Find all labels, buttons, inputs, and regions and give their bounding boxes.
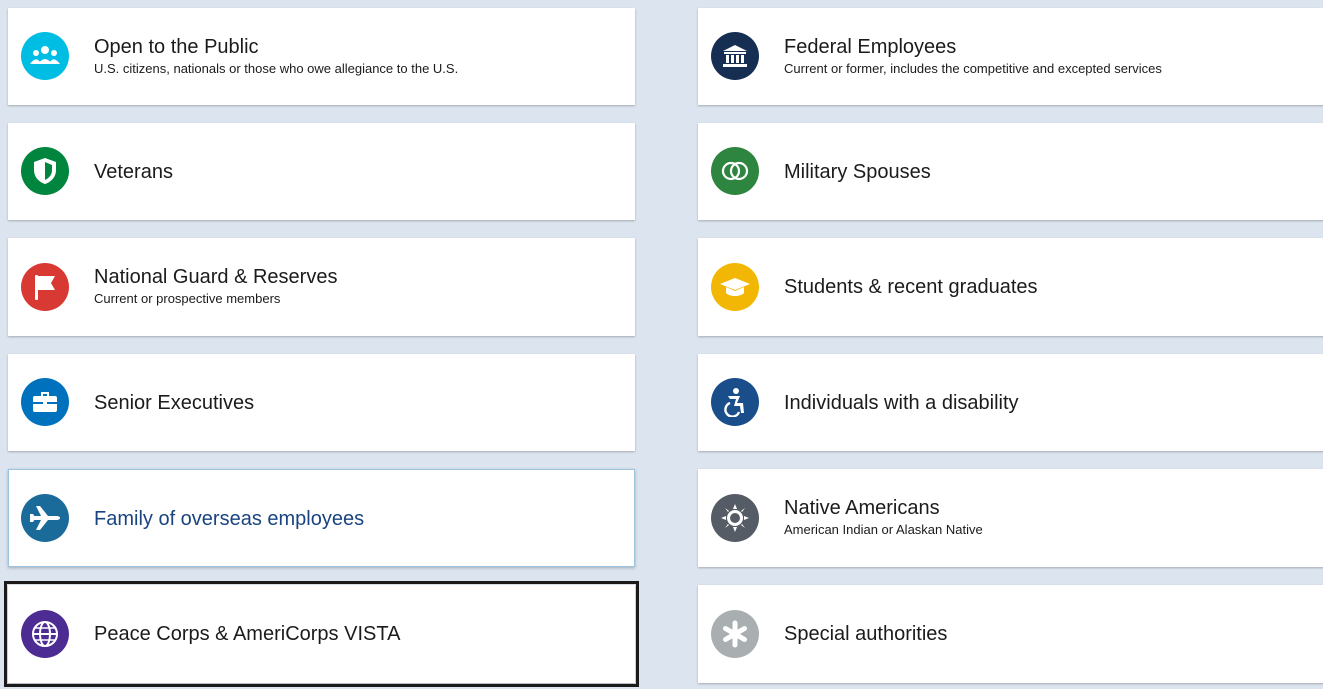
card-subtitle: U.S. citizens, nationals or those who ow…	[94, 61, 459, 76]
card-title: Peace Corps & AmeriCorps VISTA	[94, 623, 401, 645]
sun-icon	[711, 494, 759, 542]
accessibility-icon	[711, 378, 759, 426]
card-family-of-overseas-employees[interactable]: Family of overseas employees	[8, 469, 635, 567]
card-peace-corps-americorps-vista[interactable]: Peace Corps & AmeriCorps VISTA	[4, 581, 639, 687]
card-title: National Guard & Reserves	[94, 266, 338, 288]
card-native-americans[interactable]: Native Americans American Indian or Alas…	[698, 469, 1323, 567]
card-federal-employees[interactable]: Federal Employees Current or former, inc…	[698, 8, 1323, 105]
card-military-spouses[interactable]: Military Spouses	[698, 123, 1323, 220]
card-subtitle: Current or former, includes the competit…	[784, 61, 1162, 76]
card-title: Students & recent graduates	[784, 276, 1038, 298]
card-special-authorities[interactable]: Special authorities	[698, 585, 1323, 683]
card-subtitle: Current or prospective members	[94, 291, 281, 306]
card-students-recent-graduates[interactable]: Students & recent graduates	[698, 238, 1323, 336]
government-building-icon	[711, 32, 759, 80]
card-senior-executives[interactable]: Senior Executives	[8, 354, 635, 451]
card-title: Individuals with a disability	[784, 392, 1019, 414]
card-title: Open to the Public	[94, 36, 259, 58]
card-veterans[interactable]: Veterans	[8, 123, 635, 220]
hiring-paths-grid: Open to the Public U.S. citizens, nation…	[0, 0, 1323, 689]
people-group-icon	[21, 32, 69, 80]
card-title: Federal Employees	[784, 36, 957, 58]
card-national-guard-reserves[interactable]: National Guard & Reserves Current or pro…	[8, 238, 635, 336]
globe-icon	[21, 610, 69, 658]
card-title: Family of overseas employees	[94, 508, 365, 530]
rings-icon	[711, 147, 759, 195]
graduation-cap-icon	[711, 263, 759, 311]
briefcase-icon	[21, 378, 69, 426]
card-open-to-the-public[interactable]: Open to the Public U.S. citizens, nation…	[8, 8, 635, 105]
card-title: Native Americans	[784, 497, 940, 519]
card-individuals-with-a-disability[interactable]: Individuals with a disability	[698, 354, 1323, 451]
card-title: Senior Executives	[94, 392, 255, 414]
airplane-icon	[21, 494, 69, 542]
shield-icon	[21, 147, 69, 195]
card-subtitle: American Indian or Alaskan Native	[784, 522, 983, 537]
asterisk-icon	[711, 610, 759, 658]
card-title: Special authorities	[784, 623, 948, 645]
card-title: Veterans	[94, 161, 173, 183]
card-title: Military Spouses	[784, 161, 931, 183]
flag-icon	[21, 263, 69, 311]
